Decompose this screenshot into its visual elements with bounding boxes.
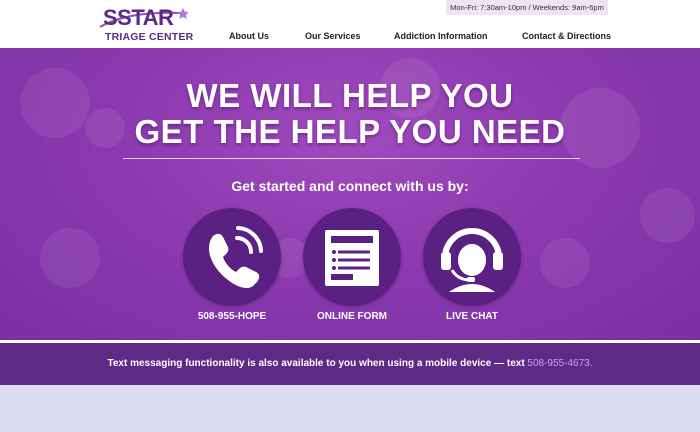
- sms-info-text: Text messaging functionality is also ava…: [0, 357, 700, 370]
- online-form-button[interactable]: [303, 208, 401, 306]
- logo-wordmark: SSTAR: [103, 5, 174, 30]
- phone-icon: [209, 226, 263, 288]
- phone-label[interactable]: 508-955-HOPE: [167, 311, 297, 323]
- form-icon: [325, 230, 379, 286]
- bokeh-decoration: [640, 188, 695, 243]
- hero-divider: [123, 158, 580, 159]
- sms-info-band: Text messaging functionality is also ava…: [0, 343, 700, 385]
- hours-badge: Mon-Fri: 7:30am-10pm / Weekends: 9am-6pm: [446, 0, 608, 15]
- hero-headline-line-1: WE WILL HELP YOU: [186, 77, 514, 114]
- phone-button[interactable]: [183, 208, 281, 306]
- sms-phone-link[interactable]: 508-955-4673.: [527, 358, 592, 369]
- nav-contact-directions[interactable]: Contact & Directions: [522, 31, 611, 42]
- hero-headline-line-2: GET THE HELP YOU NEED: [134, 113, 566, 150]
- hero-subhead: Get started and connect with us by:: [231, 178, 469, 194]
- logo-tagline: TRIAGE CENTER: [105, 31, 194, 43]
- sms-info-copy: Text messaging functionality is also ava…: [107, 358, 528, 369]
- live-chat-button[interactable]: [423, 208, 521, 306]
- sstar-logo[interactable]: SSTAR TRIAGE CENTER: [97, 5, 197, 43]
- nav-addiction-information[interactable]: Addiction Information: [394, 31, 488, 42]
- hero-section: WE WILL HELP YOU GET THE HELP YOU NEED G…: [0, 48, 700, 340]
- live-chat-label[interactable]: LIVE CHAT: [407, 311, 537, 323]
- site-header: SSTAR TRIAGE CENTER Mon-Fri: 7:30am-10pm…: [0, 0, 700, 48]
- nav-about-us[interactable]: About Us: [229, 31, 269, 42]
- footer-area: [0, 385, 700, 432]
- nav-our-services[interactable]: Our Services: [305, 31, 361, 42]
- bokeh-decoration: [40, 228, 100, 288]
- online-form-label[interactable]: ONLINE FORM: [287, 311, 417, 323]
- headset-agent-icon: [441, 228, 503, 292]
- bokeh-decoration: [540, 238, 590, 288]
